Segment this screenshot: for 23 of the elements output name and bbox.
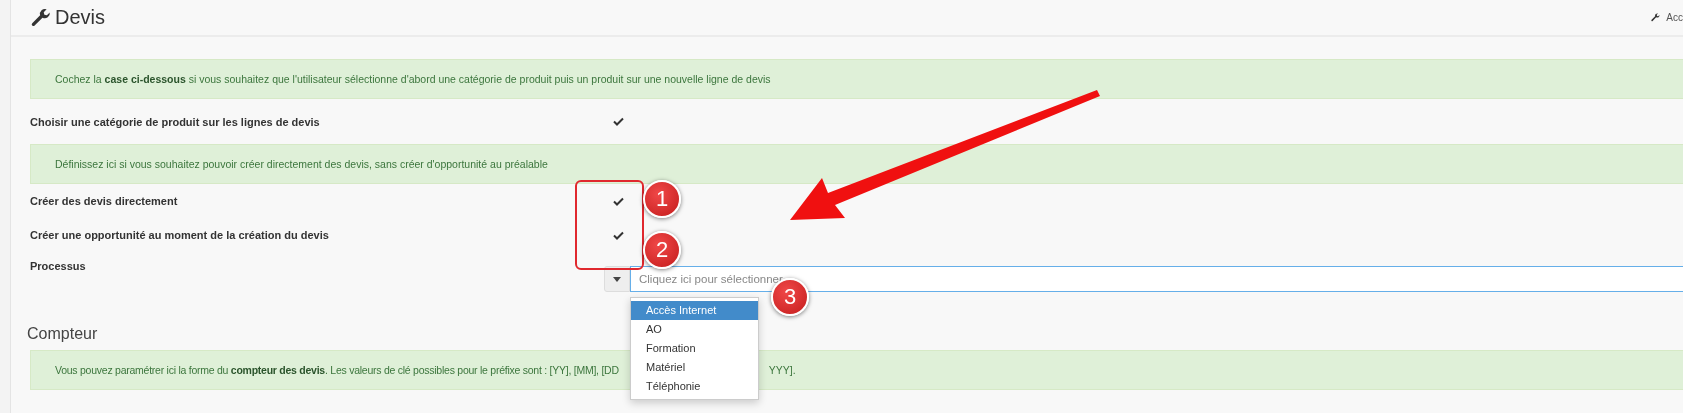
number-badge: 1 [643, 180, 681, 218]
dropdown-toggle[interactable] [604, 266, 630, 292]
wrench-icon [1651, 13, 1661, 22]
dropdown-option[interactable]: Téléphonie [631, 377, 758, 396]
dropdown-option[interactable]: Matériel [631, 358, 758, 377]
dropdown-option[interactable]: Formation [631, 339, 758, 358]
dropdown-option[interactable]: Accès Internet [631, 301, 758, 320]
check-icon[interactable] [613, 230, 624, 240]
info-alert: Cochez la case ci-dessous si vous souhaitez que l'utilisateur sélectionne d'abord une catégorie de produit puis un produit sur une nouvelle ligne de devis [30, 59, 1683, 99]
check-icon[interactable] [613, 196, 624, 206]
caret-icon [613, 276, 621, 282]
section-heading: Compteur [27, 324, 98, 344]
setting-label: Processus [30, 260, 87, 272]
page-title: Devis [31, 6, 105, 29]
setting-label: Créer une opportunité au moment de la création du devis [30, 229, 330, 241]
dropdown-option[interactable]: AO [631, 320, 758, 339]
header-link[interactable]: Acc [1651, 12, 1683, 23]
setting-label: Choisir une catégorie de produit sur les lignes de devis [30, 115, 321, 128]
check-icon[interactable] [613, 117, 624, 126]
number-badge: 2 [643, 231, 681, 269]
setting-label: Créer des devis directement [30, 195, 179, 207]
wrench-icon [31, 7, 51, 28]
info-alert: Définissez ici si vous souhaitez pouvoir créer directement des devis, sans créer d'opportunité au préalable [30, 144, 1683, 184]
